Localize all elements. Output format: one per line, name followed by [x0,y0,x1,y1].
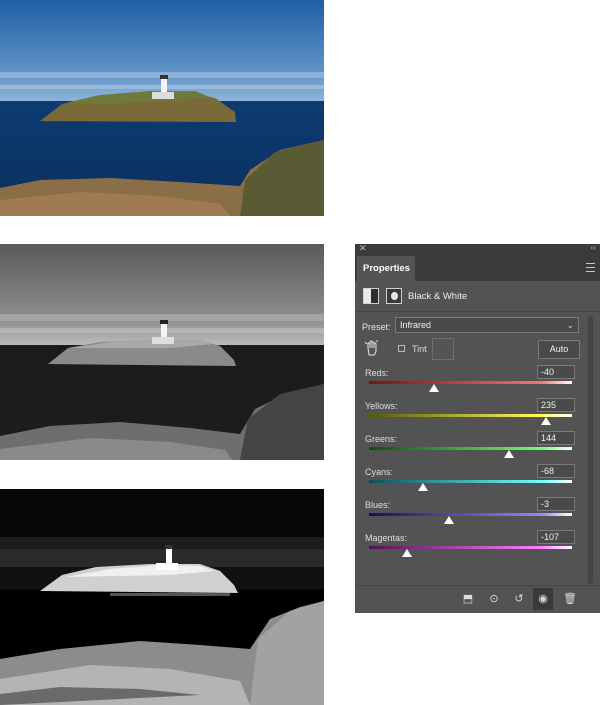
slider-thumb-3[interactable] [417,483,428,491]
close-panel-icon[interactable]: ✕ [359,243,367,254]
tint-checkbox[interactable] [398,345,405,352]
panel-tab-row: Properties [355,254,600,281]
slider-value-field-4[interactable]: -3 [537,497,575,511]
clip-to-layer-icon[interactable]: ⬒ [460,591,476,607]
properties-panel: ✕ ‹‹ Properties Black & White Preset: In… [355,243,600,613]
slider-track-4[interactable] [369,513,572,516]
lighthouse-bw-image [0,244,324,460]
tint-color-swatch[interactable] [432,338,454,360]
preset-dropdown[interactable]: Infrared ⌄ [395,317,579,333]
tint-label: Tint [412,344,427,354]
reset-icon[interactable]: ↺ [511,591,527,607]
layer-mask-icon[interactable] [386,288,402,304]
slider-value-field-0[interactable]: -40 [537,365,575,379]
preset-value: Infrared [400,320,432,330]
panel-menu-icon[interactable] [586,263,595,272]
slider-label-5: Magentas: [365,533,408,543]
slider-label-1: Yellows: [365,401,398,411]
slider-thumb-5[interactable] [401,549,412,557]
slider-label-0: Reds: [365,368,389,378]
slider-value-field-3[interactable]: -68 [537,464,575,478]
infrared-bw-photo [0,489,324,705]
chevron-down-icon: ⌄ [566,320,574,330]
slider-thumb-1[interactable] [540,417,551,425]
slider-value-field-1[interactable]: 235 [537,398,575,412]
slider-label-4: Blues: [365,500,391,510]
preset-label: Preset: [362,322,391,332]
targeted-adjustment-hand-icon[interactable] [365,340,379,356]
slider-thumb-0[interactable] [428,384,439,392]
adjustment-layer-icon[interactable] [363,288,379,304]
divider [355,311,600,312]
view-previous-state-icon[interactable]: ⊙ [486,591,502,607]
slider-track-0[interactable] [369,381,572,384]
slider-label-2: Greens: [365,434,398,444]
black-white-photo [0,244,324,460]
trash-icon[interactable]: 🗑 [562,591,578,607]
scrollbar[interactable] [588,316,593,584]
panel-title-bar: ✕ ‹‹ [355,243,600,254]
visibility-eye-icon[interactable]: ◉ [533,588,553,610]
slider-thumb-4[interactable] [443,516,454,524]
original-color-photo [0,0,324,216]
panel-footer: ⬒ ⊙ ↺ ◉ 🗑 [355,585,600,613]
slider-value-field-2[interactable]: 144 [537,431,575,445]
adjustment-title: Black & White [408,291,468,302]
slider-track-2[interactable] [369,447,572,450]
lighthouse-color-image [0,0,324,216]
slider-track-5[interactable] [369,546,572,549]
lighthouse-infrared-image [0,489,324,705]
tab-properties[interactable]: Properties [357,256,415,281]
slider-track-3[interactable] [369,480,572,483]
slider-thumb-2[interactable] [503,450,514,458]
slider-value-field-5[interactable]: -107 [537,530,575,544]
collapse-panel-icon[interactable]: ‹‹ [591,243,596,252]
adjustment-header: Black & White [363,288,593,306]
slider-label-3: Cyans: [365,467,394,477]
auto-button[interactable]: Auto [538,340,580,359]
